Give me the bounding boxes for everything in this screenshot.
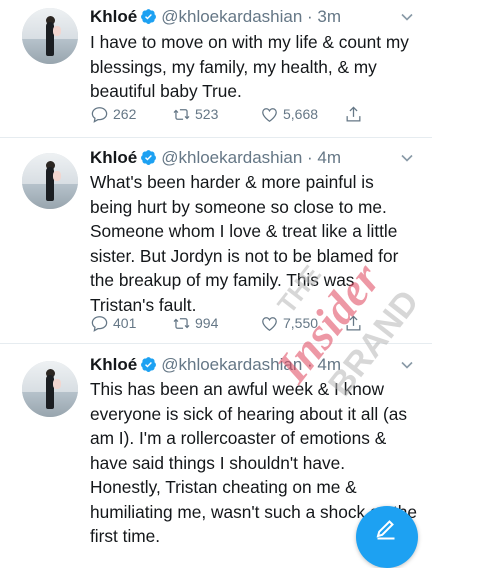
tweet-text: What's been harder & more painful is bei… — [90, 172, 399, 315]
share-button[interactable] — [344, 103, 363, 125]
retweet-button[interactable]: 523 — [172, 103, 218, 125]
reply-button[interactable]: 262 — [90, 103, 136, 125]
reply-icon — [91, 315, 108, 332]
retweet-icon — [173, 108, 190, 120]
verified-badge-icon — [141, 150, 157, 165]
chevron-down-icon[interactable] — [399, 150, 415, 166]
like-count: 7,550 — [283, 315, 319, 331]
handle-and-time[interactable]: @khloekardashian · 4m — [161, 355, 341, 374]
chevron-down-icon[interactable] — [399, 9, 415, 25]
like-icon — [262, 107, 277, 122]
tweet-header: Khloé @khloekardashian · 4m — [90, 353, 341, 377]
like-count: 5,668 — [283, 106, 319, 122]
compose-icon — [376, 520, 395, 540]
display-name[interactable]: Khloé — [90, 148, 137, 167]
compose-tweet-button[interactable] — [356, 506, 418, 568]
share-icon — [346, 314, 361, 330]
tweet-header: Khloé @khloekardashian · 3m — [90, 5, 341, 29]
verified-badge-icon — [141, 357, 157, 372]
retweet-button[interactable]: 994 — [172, 312, 218, 334]
avatar[interactable] — [22, 153, 78, 209]
retweet-icon — [173, 317, 190, 329]
avatar[interactable] — [22, 361, 78, 417]
retweet-count: 523 — [195, 106, 219, 122]
like-button[interactable]: 7,550 — [260, 312, 318, 334]
display-name[interactable]: Khloé — [90, 7, 137, 26]
share-icon — [346, 105, 361, 121]
reply-icon — [91, 106, 108, 123]
reply-count: 401 — [113, 315, 137, 331]
display-name[interactable]: Khloé — [90, 355, 137, 374]
share-button[interactable] — [344, 312, 363, 334]
verified-badge-icon — [141, 9, 157, 24]
divider — [0, 343, 432, 344]
reply-button[interactable]: 401 — [90, 312, 136, 334]
retweet-count: 994 — [195, 315, 219, 331]
handle-and-time[interactable]: @khloekardashian · 3m — [161, 7, 341, 26]
chevron-down-icon[interactable] — [399, 357, 415, 373]
like-button[interactable]: 5,668 — [260, 103, 318, 125]
like-icon — [262, 316, 277, 331]
reply-count: 262 — [113, 106, 137, 122]
tweet-header: Khloé @khloekardashian · 4m — [90, 146, 341, 170]
handle-and-time[interactable]: @khloekardashian · 4m — [161, 148, 341, 167]
divider — [0, 137, 432, 138]
avatar[interactable] — [22, 8, 78, 64]
tweet-text: I have to move on with my life & count m… — [90, 32, 409, 101]
